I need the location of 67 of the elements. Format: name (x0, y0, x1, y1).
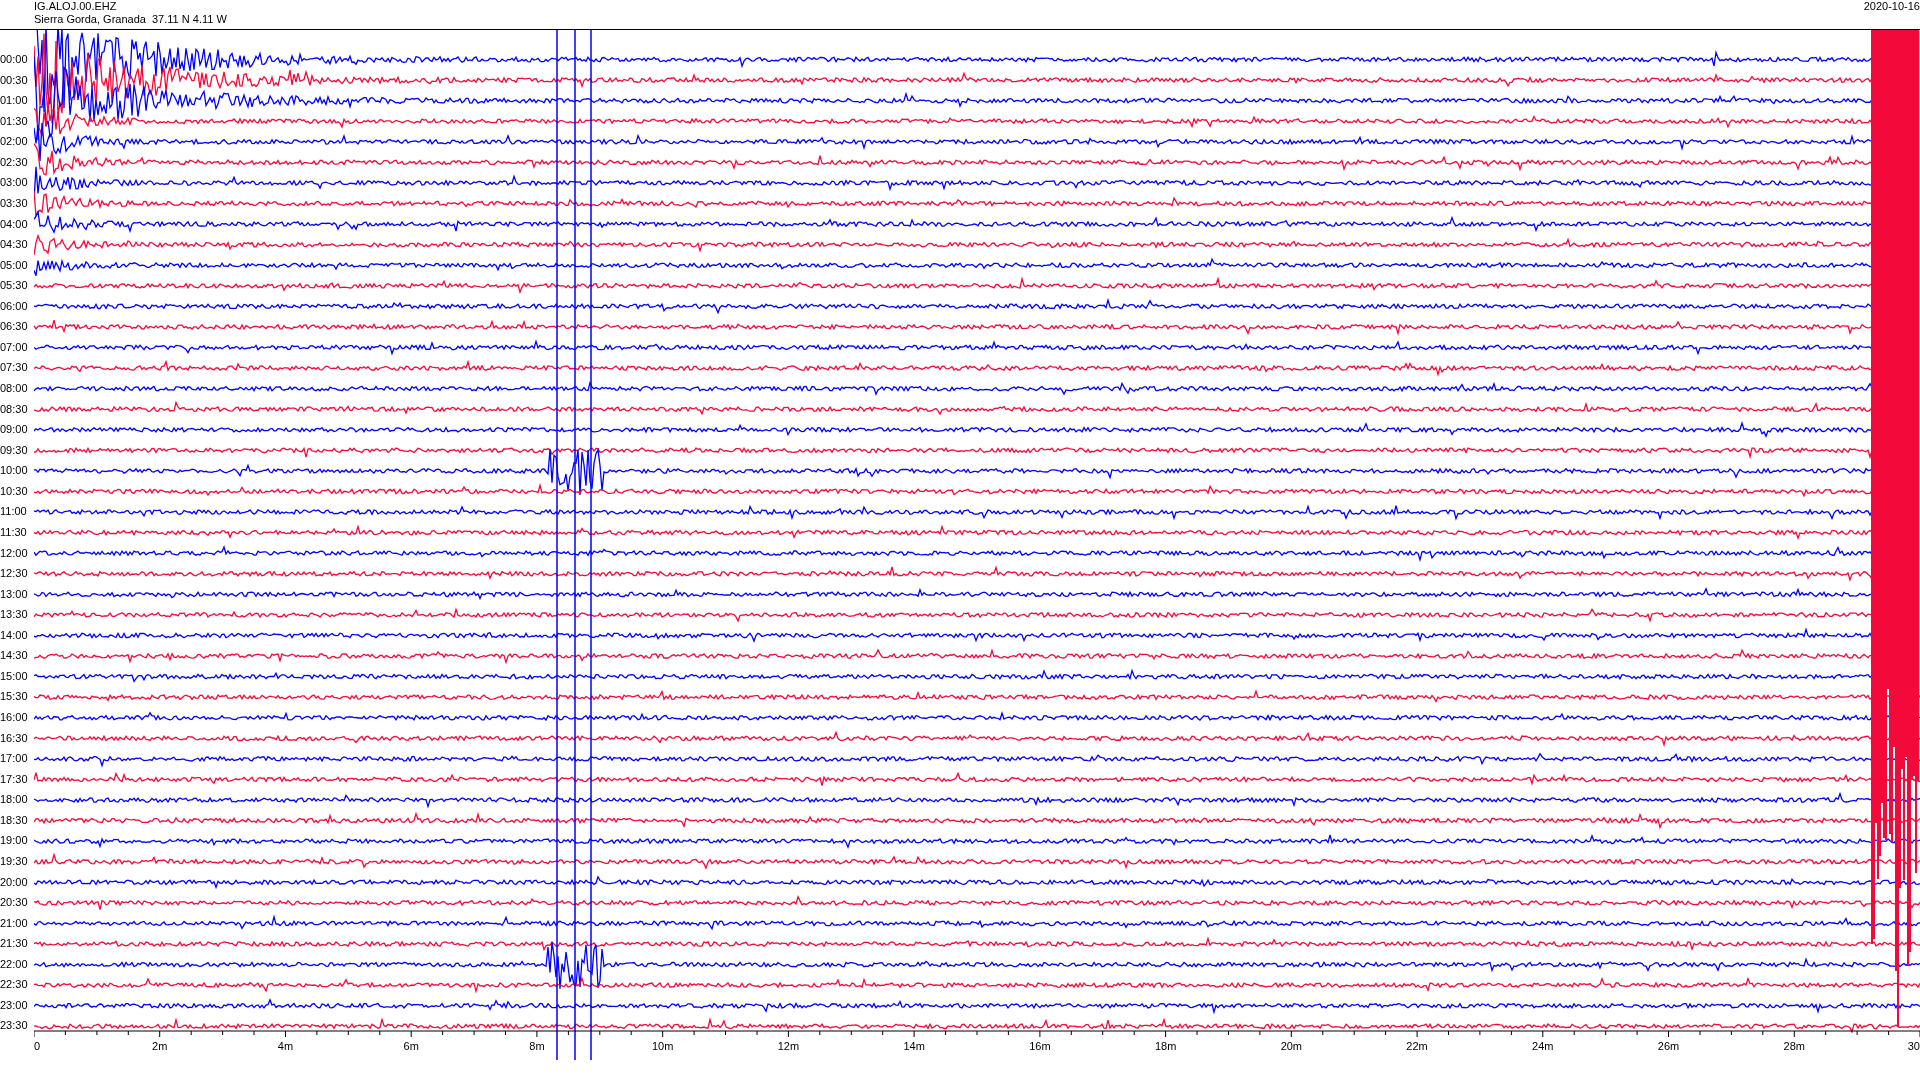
station-location: Sierra Gorda, Granada 37.11 N 4.11 W (34, 13, 227, 26)
time-label: 04:30 (0, 237, 29, 253)
time-label: 08:00 (0, 381, 29, 396)
time-label: 21:30 (0, 936, 29, 952)
time-label: 13:30 (0, 607, 29, 623)
time-label: 23:00 (0, 997, 29, 1013)
time-label: 21:00 (0, 915, 29, 931)
time-label: 22:30 (0, 977, 29, 993)
time-label: 08:30 (0, 401, 29, 417)
time-label: 00:00 (0, 52, 29, 67)
tick-label: 28m (1783, 1040, 1805, 1052)
time-label: 01:30 (0, 113, 29, 129)
time-label: 14:00 (0, 627, 29, 643)
time-label: 04:00 (0, 216, 29, 232)
time-label: 07:30 (0, 360, 29, 376)
tick-label: 0 (34, 1040, 41, 1052)
time-label: 16:00 (0, 710, 29, 725)
time-label: 18:00 (0, 792, 29, 808)
tick-label: 16m (1029, 1040, 1051, 1052)
time-label: 16:30 (0, 730, 29, 746)
tick-label: 20m (1280, 1040, 1303, 1052)
time-label: 22:00 (0, 956, 29, 972)
tick-label: 14m (903, 1040, 925, 1052)
time-label: 10:00 (0, 463, 29, 479)
time-label: 15:00 (0, 668, 29, 684)
tick-label: 2m (152, 1040, 168, 1052)
time-label: 15:30 (0, 689, 29, 705)
tick-label: 6m (403, 1040, 419, 1052)
time-label: 09:30 (0, 442, 29, 458)
tick-label: 10m (651, 1040, 674, 1052)
time-label: 00:30 (0, 72, 29, 88)
tick-label: 8m (529, 1040, 545, 1052)
tick-label: 12m (777, 1040, 800, 1052)
tick-label: 4m (277, 1040, 294, 1052)
time-label: 02:30 (0, 154, 29, 170)
station-code: IG.ALOJ.00.EHZ (34, 0, 118, 13)
time-label: 05:30 (0, 278, 29, 294)
time-label: 06:30 (0, 319, 29, 335)
time-label: 05:00 (0, 257, 29, 273)
tick-label: 30 (1907, 1040, 1920, 1052)
date-label: 2020-10-16 (1863, 0, 1920, 14)
time-label: 02:00 (0, 134, 29, 150)
tick-label: 26m (1657, 1040, 1680, 1052)
time-label: 03:00 (0, 175, 29, 191)
time-label: 01:00 (0, 93, 29, 109)
time-label: 18:30 (0, 812, 29, 828)
time-label: 14:30 (0, 648, 29, 664)
time-label: 09:00 (0, 422, 29, 438)
tick-label: 22m (1406, 1040, 1428, 1052)
time-label: 13:00 (0, 586, 29, 602)
tick-label: 18m (1154, 1040, 1177, 1052)
time-label: 23:30 (0, 1018, 29, 1034)
time-label: 03:30 (0, 195, 29, 211)
time-label: 17:00 (0, 751, 29, 767)
time-label: 17:30 (0, 771, 29, 787)
time-label: 12:30 (0, 566, 29, 582)
time-label: 10:30 (0, 483, 29, 499)
time-label: 19:00 (0, 833, 29, 849)
time-label: 12:00 (0, 545, 29, 561)
time-label: 07:00 (0, 339, 29, 355)
time-label: 11:00 (0, 504, 28, 520)
time-label: 19:30 (0, 853, 29, 869)
tick-label: 24m (1532, 1040, 1554, 1052)
time-label: 11:30 (0, 524, 28, 540)
time-label: 20:30 (0, 895, 29, 911)
time-label: 20:00 (0, 874, 29, 890)
time-label: 06:00 (0, 298, 29, 314)
